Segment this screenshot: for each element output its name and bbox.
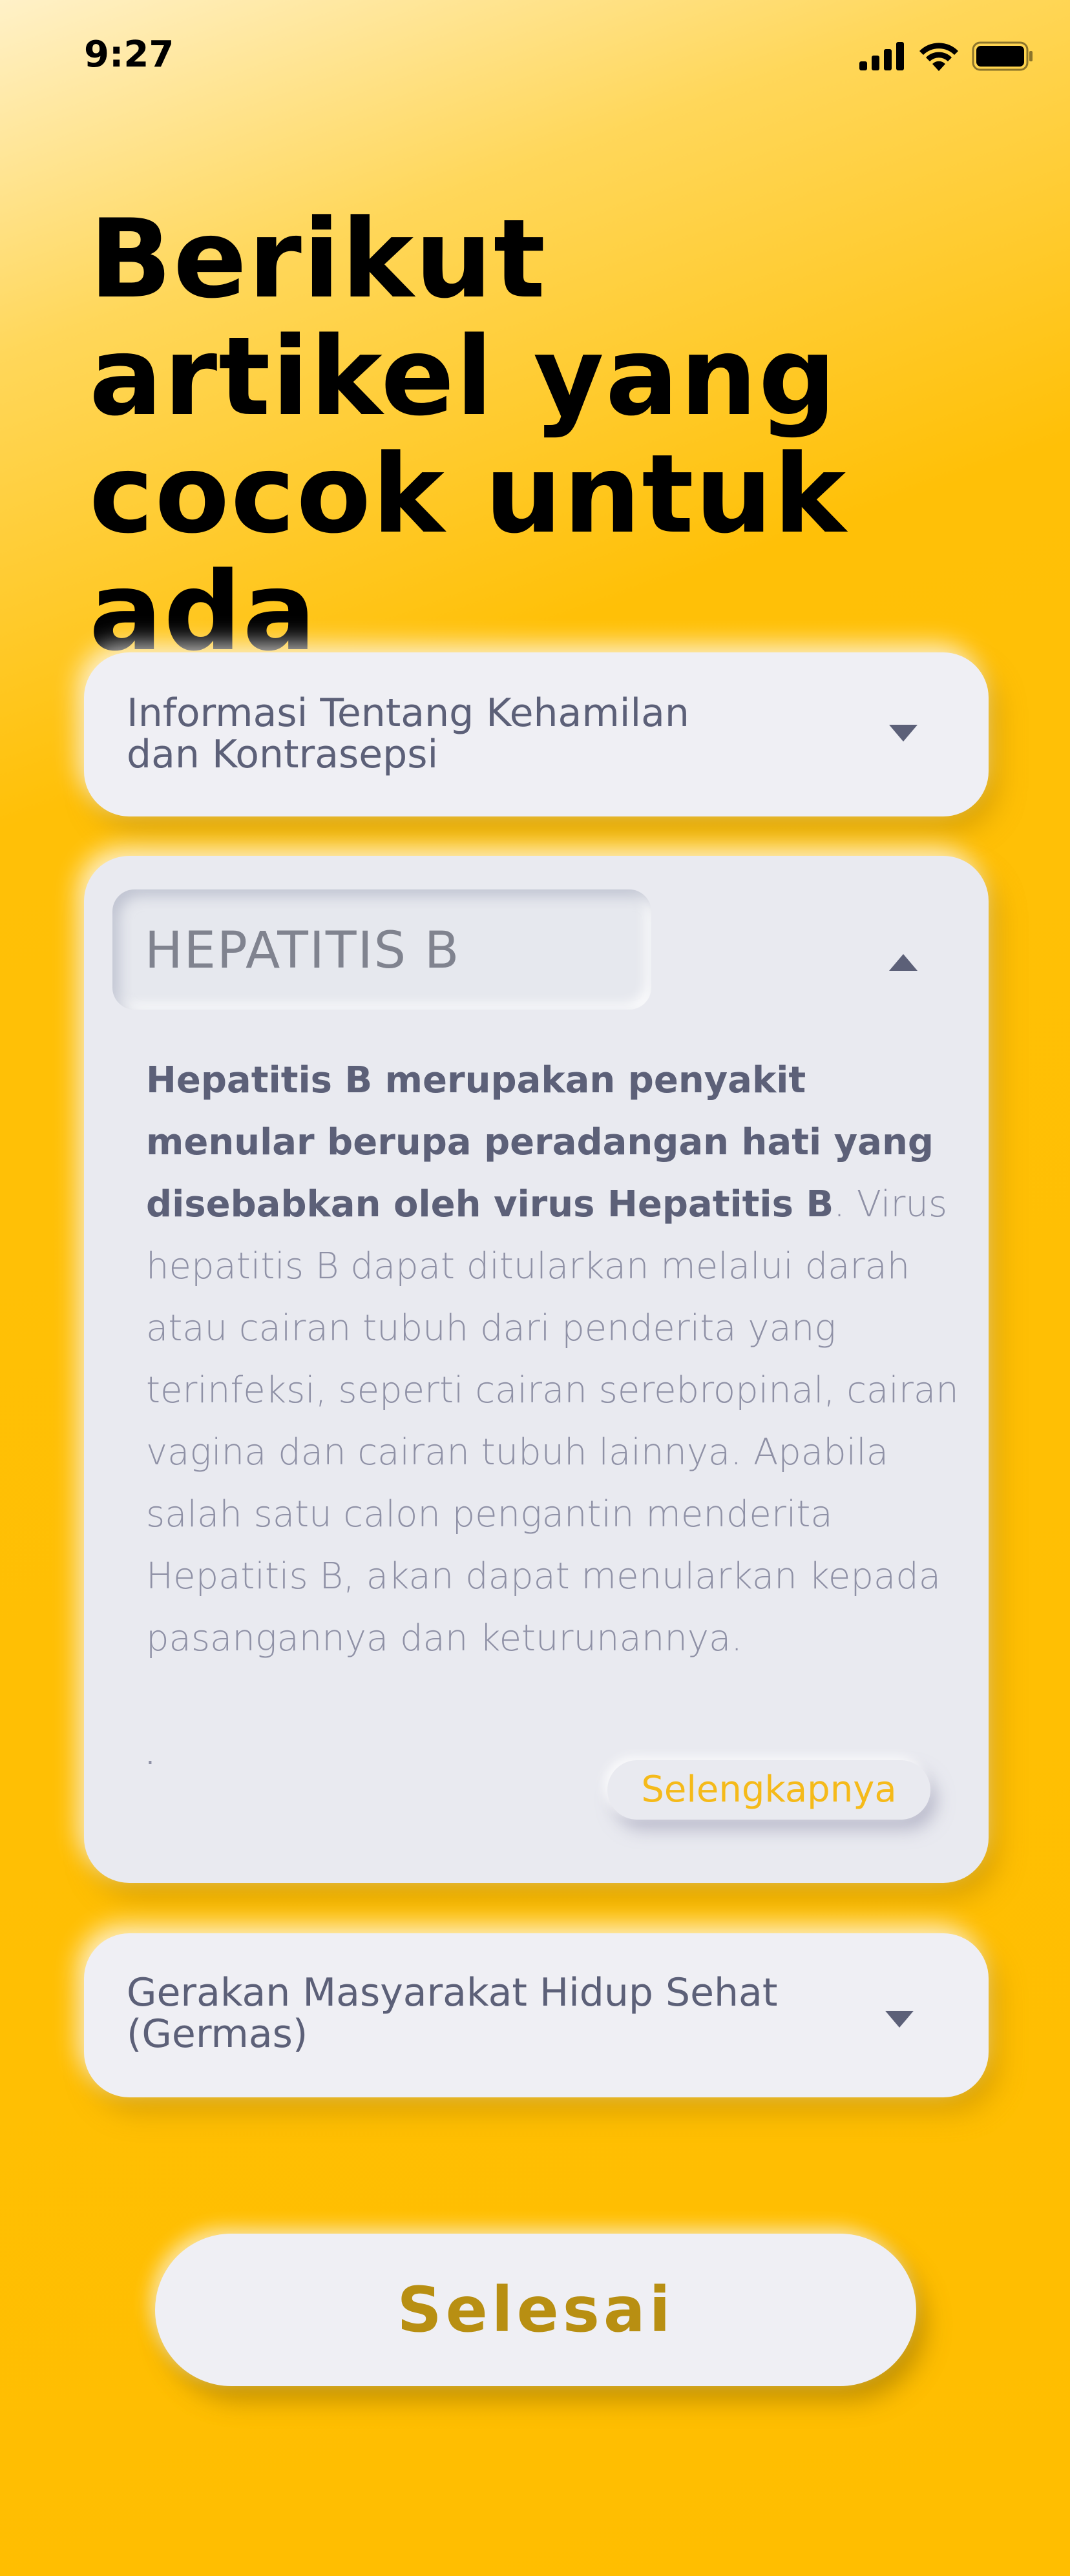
article-trailing-dot: . (146, 1741, 154, 1771)
article-card-germas[interactable]: Gerakan Masyarakat Hidup Sehat (Germas) (84, 1933, 989, 2097)
status-icons (859, 41, 1034, 71)
status-bar: 9:27 (0, 0, 1070, 116)
cellular-signal-icon (859, 42, 904, 70)
expand-arrow-icon[interactable] (889, 725, 918, 742)
article-body-bold: Hepatitis B merupakan penyakit menular b… (146, 1059, 934, 1225)
article-card-hepatitis: HEPATITIS B Hepatitis B merupakan penyak… (84, 856, 989, 1883)
article-title: Informasi Tentang Kehamilan dan Kontrase… (127, 691, 689, 777)
expand-arrow-icon[interactable] (885, 2011, 914, 2028)
collapse-arrow-icon[interactable] (889, 954, 918, 971)
article-title: Gerakan Masyarakat Hidup Sehat (Germas) (127, 1970, 778, 2057)
page-title: Berikut artikel yang cocok untuk ada (89, 196, 848, 675)
article-title: HEPATITIS B (145, 922, 461, 980)
article-body: Hepatitis B merupakan penyakit menular b… (146, 1050, 960, 1670)
article-body-text: . Virus hepatitis B dapat ditularkan mel… (146, 1183, 959, 1659)
article-label-box: HEPATITIS B (112, 889, 651, 1010)
wifi-icon (919, 43, 958, 71)
article-card-kehamilan[interactable]: Informasi Tentang Kehamilan dan Kontrase… (84, 652, 989, 816)
status-time: 9:27 (84, 34, 174, 76)
done-button[interactable]: Selesai (155, 2234, 916, 2386)
read-more-button[interactable]: Selengkapnya (607, 1760, 930, 1820)
battery-icon (972, 41, 1033, 71)
